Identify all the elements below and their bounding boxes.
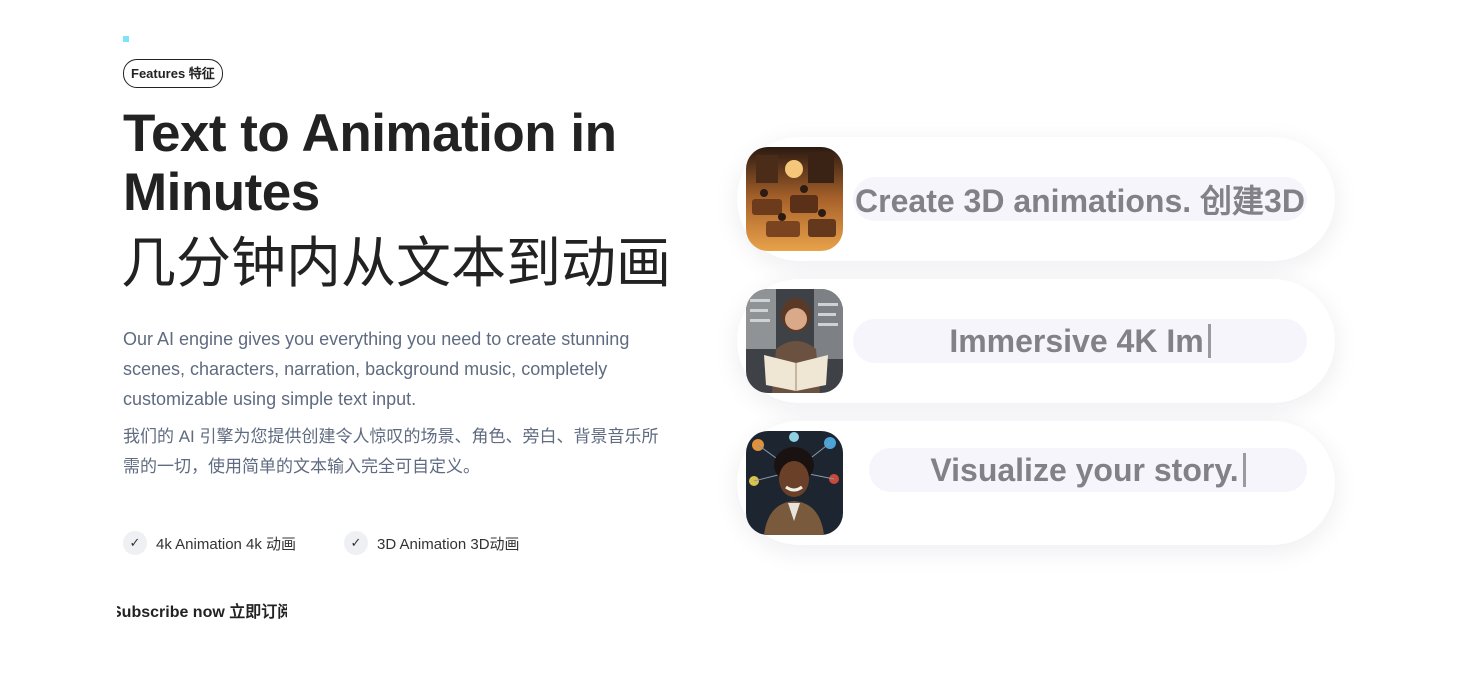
feature-card-4k: Immersive 4K Im — [737, 279, 1335, 403]
page-title-chinese: 几分钟内从文本到动画 — [121, 232, 672, 294]
feature-label: 4k Animation 4k 动画 — [156, 535, 297, 553]
feature-card-3d: Create 3D animations. 创建3D — [737, 137, 1335, 261]
feature-card-story: Visualize your story. — [737, 421, 1335, 545]
typing-text: Visualize your story. — [930, 451, 1239, 488]
text-cursor — [1207, 324, 1211, 358]
description-chinese: 我们的 AI 引擎为您提供创建令人惊叹的场景、角色、旁白、背景音乐所需的一切，使… — [123, 427, 659, 476]
check-icon: ✓ — [344, 531, 368, 555]
subscribe-button[interactable]: Subscribe now 立即订阅 — [117, 598, 287, 622]
woman-reading-book-thumbnail — [746, 289, 843, 393]
feature-label: 3D Animation 3D动画 — [377, 535, 520, 553]
check-icon: ✓ — [123, 531, 147, 555]
typing-text: Immersive 4K Im — [949, 322, 1204, 359]
subscribe-label: Subscribe now 立即订阅 — [117, 604, 287, 621]
typing-text-pill: Create 3D animations. 创建3D — [853, 177, 1307, 221]
typing-text-pill: Visualize your story. — [869, 448, 1307, 492]
typing-text-pill: Immersive 4K Im — [853, 319, 1307, 363]
feature-3d-animation: ✓ 3D Animation 3D动画 — [344, 530, 520, 556]
man-with-network-thumbnail — [746, 431, 843, 535]
text-cursor — [1242, 453, 1246, 487]
features-section: Features 特征 Text to Animation in Minutes… — [0, 0, 1481, 674]
3d-animated-scene-thumbnail — [746, 147, 843, 251]
page-title: Text to Animation in Minutes — [123, 104, 617, 222]
typing-text: Create 3D animations. 创建3D — [855, 183, 1305, 219]
feature-4k-animation: ✓ 4k Animation 4k 动画 — [123, 530, 296, 556]
features-badge: Features 特征 — [123, 59, 223, 88]
description-english: Our AI engine gives you everything you n… — [123, 329, 630, 409]
accent-dot — [123, 36, 129, 42]
